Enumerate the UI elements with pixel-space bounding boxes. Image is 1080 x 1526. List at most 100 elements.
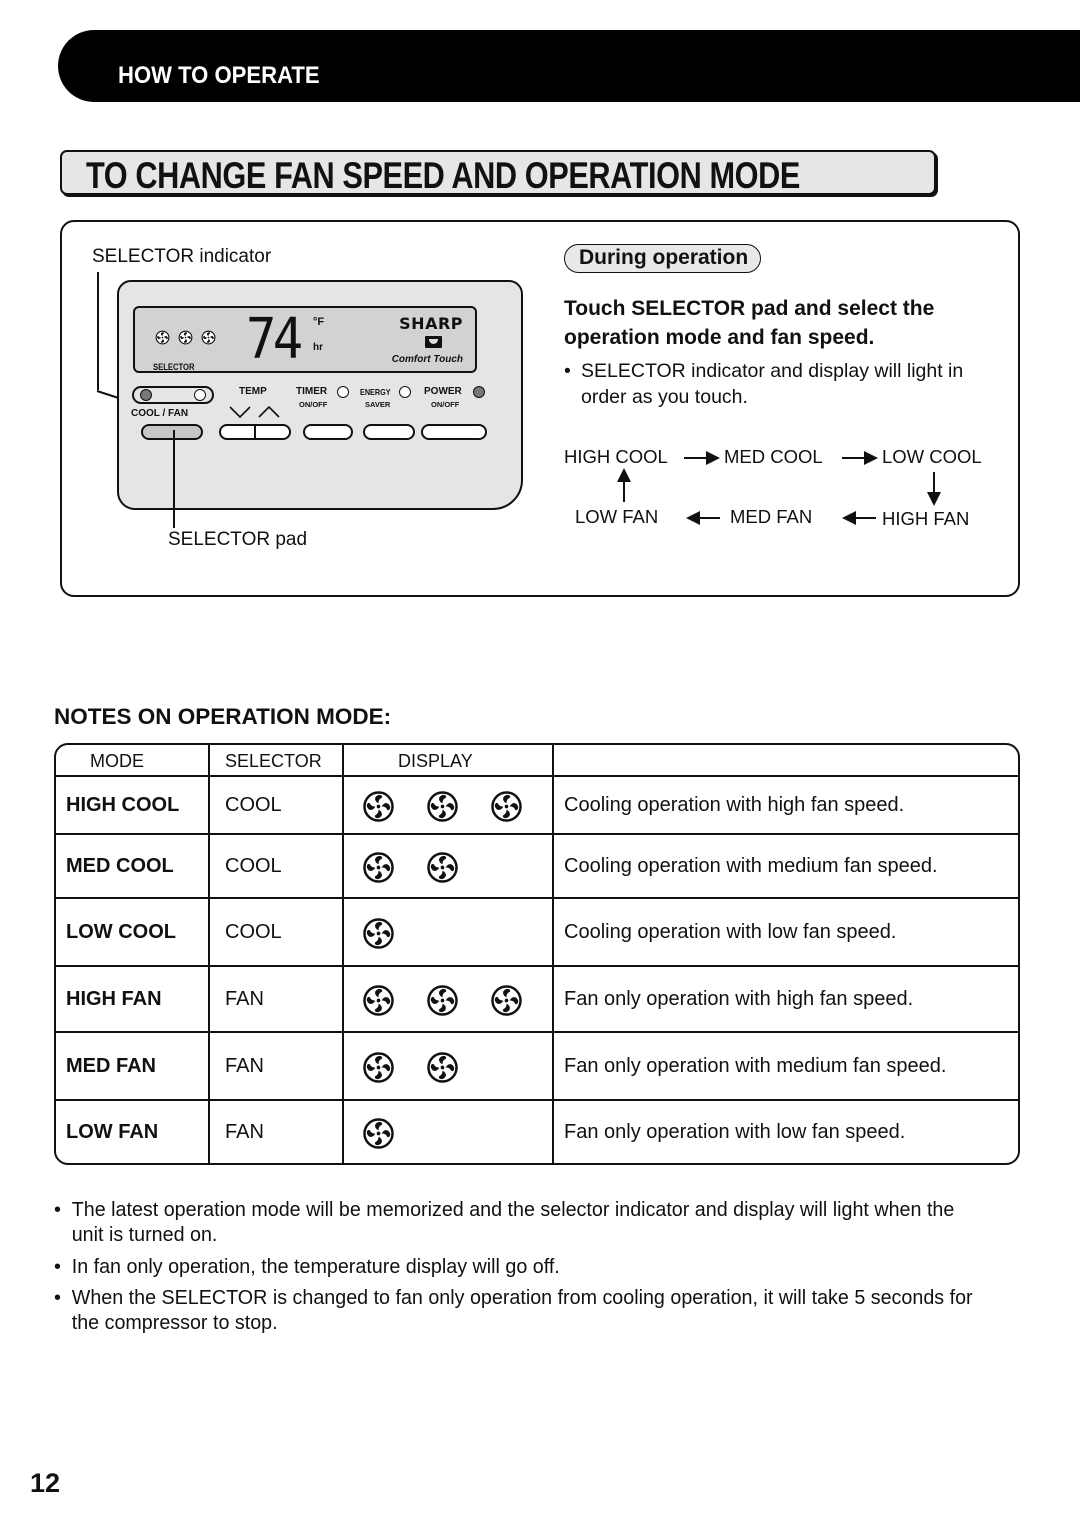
note-bullet: • In fan only operation, the temperature…	[54, 1255, 990, 1280]
bullet-dot: •	[54, 1199, 61, 1221]
power-led	[473, 386, 485, 398]
unit-hours: hr	[313, 342, 323, 353]
fan-icon	[491, 790, 522, 822]
temp-pad-button[interactable]	[219, 424, 291, 440]
instruction-bullet-text: SELECTOR indicator and display will ligh…	[581, 360, 964, 408]
fan-icon	[201, 330, 216, 345]
arrow-left-icon	[686, 511, 720, 525]
description-cell: Cooling operation with medium fan speed.	[554, 835, 1018, 899]
cycle-med-fan: MED FAN	[730, 506, 813, 527]
energy-sub-label: SAVER	[365, 400, 391, 409]
power-label: POWER	[424, 386, 462, 397]
arrow-right-icon	[684, 451, 720, 465]
timer-led	[337, 386, 349, 398]
selector-indicator-label: SELECTOR indicator	[92, 246, 272, 267]
cool-fan-label: COOL / FAN	[131, 408, 189, 419]
selector-cell: FAN	[210, 1101, 344, 1163]
note-text: In fan only operation, the temperature d…	[71, 1256, 560, 1278]
display-cell	[344, 1101, 554, 1163]
power-sub-label: ON/OFF	[431, 400, 460, 409]
mode-cell: MED COOL	[56, 835, 210, 899]
fan-icon	[363, 790, 394, 822]
mode-cell: MED FAN	[56, 1033, 210, 1101]
display-cell	[344, 1033, 554, 1101]
fan-icon	[427, 851, 458, 883]
during-operation-label: During operation	[564, 244, 762, 273]
page-title: TO CHANGE FAN SPEED AND OPERATION MODE	[86, 155, 800, 196]
selector-indicator	[132, 386, 214, 404]
selector-cell: COOL	[210, 899, 344, 967]
instruction-bullet: • SELECTOR indicator and display will li…	[564, 358, 1014, 410]
arrow-right-icon	[842, 451, 878, 465]
brand-emblem-icon	[425, 336, 442, 348]
instruction-panel: SELECTOR indicator 74 °F hr SHARP Comfor…	[60, 220, 1020, 597]
fan-icon	[363, 917, 394, 949]
fan-led	[194, 389, 206, 401]
instruction-heading: Touch SELECTOR pad and select the operat…	[564, 297, 935, 349]
fan-speed-indicator	[362, 1049, 552, 1084]
selector-pad-label: SELECTOR pad	[168, 529, 308, 550]
table-row: MED FAN FAN Fan only operation with medium…	[56, 1033, 1018, 1101]
page-title-box: TO CHANGE FAN SPEED AND OPERATION MODE	[60, 150, 936, 196]
fan-icon	[427, 1051, 458, 1083]
bullet-dot: •	[564, 360, 571, 382]
table-row: LOW FAN FAN Fan only operation with low fa…	[56, 1101, 1018, 1163]
cycle-low-fan: LOW FAN	[575, 506, 659, 527]
selector-cell: COOL	[210, 777, 344, 835]
display-cell	[344, 967, 554, 1033]
fan-speed-indicator	[362, 982, 552, 1017]
mode-cell: LOW COOL	[56, 899, 210, 967]
fan-icon	[178, 330, 193, 345]
brand-tagline: Comfort Touch	[391, 354, 463, 365]
temperature-readout: 74	[245, 307, 303, 372]
timer-sub-label: ON/OFF	[299, 400, 328, 409]
fan-speed-indicator	[362, 849, 552, 884]
fan-icon	[155, 330, 170, 345]
fan-speed-indicator	[362, 915, 552, 950]
fan-icon	[427, 984, 458, 1016]
fan-icon	[363, 984, 394, 1016]
arrow-left-icon	[842, 511, 876, 525]
description-cell: Cooling operation with high fan speed.	[554, 777, 1018, 835]
timer-pad-button[interactable]	[303, 424, 353, 440]
section-banner-title: HOW TO OPERATE	[118, 62, 320, 89]
bullet-dot: •	[54, 1287, 61, 1309]
selector-pad-button[interactable]	[141, 424, 203, 440]
table-row: MED COOL COOL Cooling operation with mediu…	[56, 835, 1018, 899]
section-banner: HOW TO OPERATE	[58, 30, 1080, 102]
chevron-down-icon	[229, 406, 251, 418]
table-row: HIGH COOL COOL Cooling operation with high…	[56, 777, 1018, 835]
timer-label: TIMER	[296, 386, 328, 397]
cycle-med-cool: MED COOL	[724, 446, 823, 467]
arrow-down-icon	[927, 472, 941, 506]
table-row: HIGH FAN FAN Fan only operation with high …	[56, 967, 1018, 1033]
display-cell	[344, 835, 554, 899]
remote-control-panel: 74 °F hr SHARP Comfort Touch SELECTOR CO…	[117, 280, 523, 510]
table-header-row: MODE SELECTOR DISPLAY	[56, 745, 1018, 777]
bullet-dot: •	[54, 1256, 61, 1278]
notes-heading: NOTES ON OPERATION MODE:	[54, 704, 392, 729]
cool-led	[140, 389, 152, 401]
note-bullet: • When the SELECTOR is changed to fan on…	[54, 1286, 990, 1336]
cycle-high-fan: HIGH FAN	[882, 508, 970, 529]
description-cell: Cooling operation with low fan speed.	[554, 899, 1018, 967]
display-cell	[344, 899, 554, 967]
indicator-leader-line	[97, 272, 99, 390]
operation-mode-table: MODE SELECTOR DISPLAY HIGH COOL COOL Cooli…	[54, 743, 1020, 1165]
selector-label: SELECTOR	[153, 362, 195, 372]
power-pad-button[interactable]	[421, 424, 487, 440]
energy-label: ENERGY	[360, 387, 391, 397]
column-header-description	[554, 745, 1018, 777]
temp-label: TEMP	[239, 386, 267, 397]
pad-leader-line	[173, 430, 175, 528]
description-cell: Fan only operation with high fan speed.	[554, 967, 1018, 1033]
column-header-selector: SELECTOR	[210, 745, 344, 777]
cycle-low-cool: LOW COOL	[882, 446, 982, 467]
chevron-up-icon	[258, 406, 280, 418]
fan-icon	[491, 984, 522, 1016]
energy-saver-pad-button[interactable]	[363, 424, 415, 440]
note-text: The latest operation mode will be memori…	[71, 1199, 955, 1246]
fan-icon	[427, 790, 458, 822]
energy-led	[399, 386, 411, 398]
description-cell: Fan only operation with medium fan speed…	[554, 1033, 1018, 1101]
